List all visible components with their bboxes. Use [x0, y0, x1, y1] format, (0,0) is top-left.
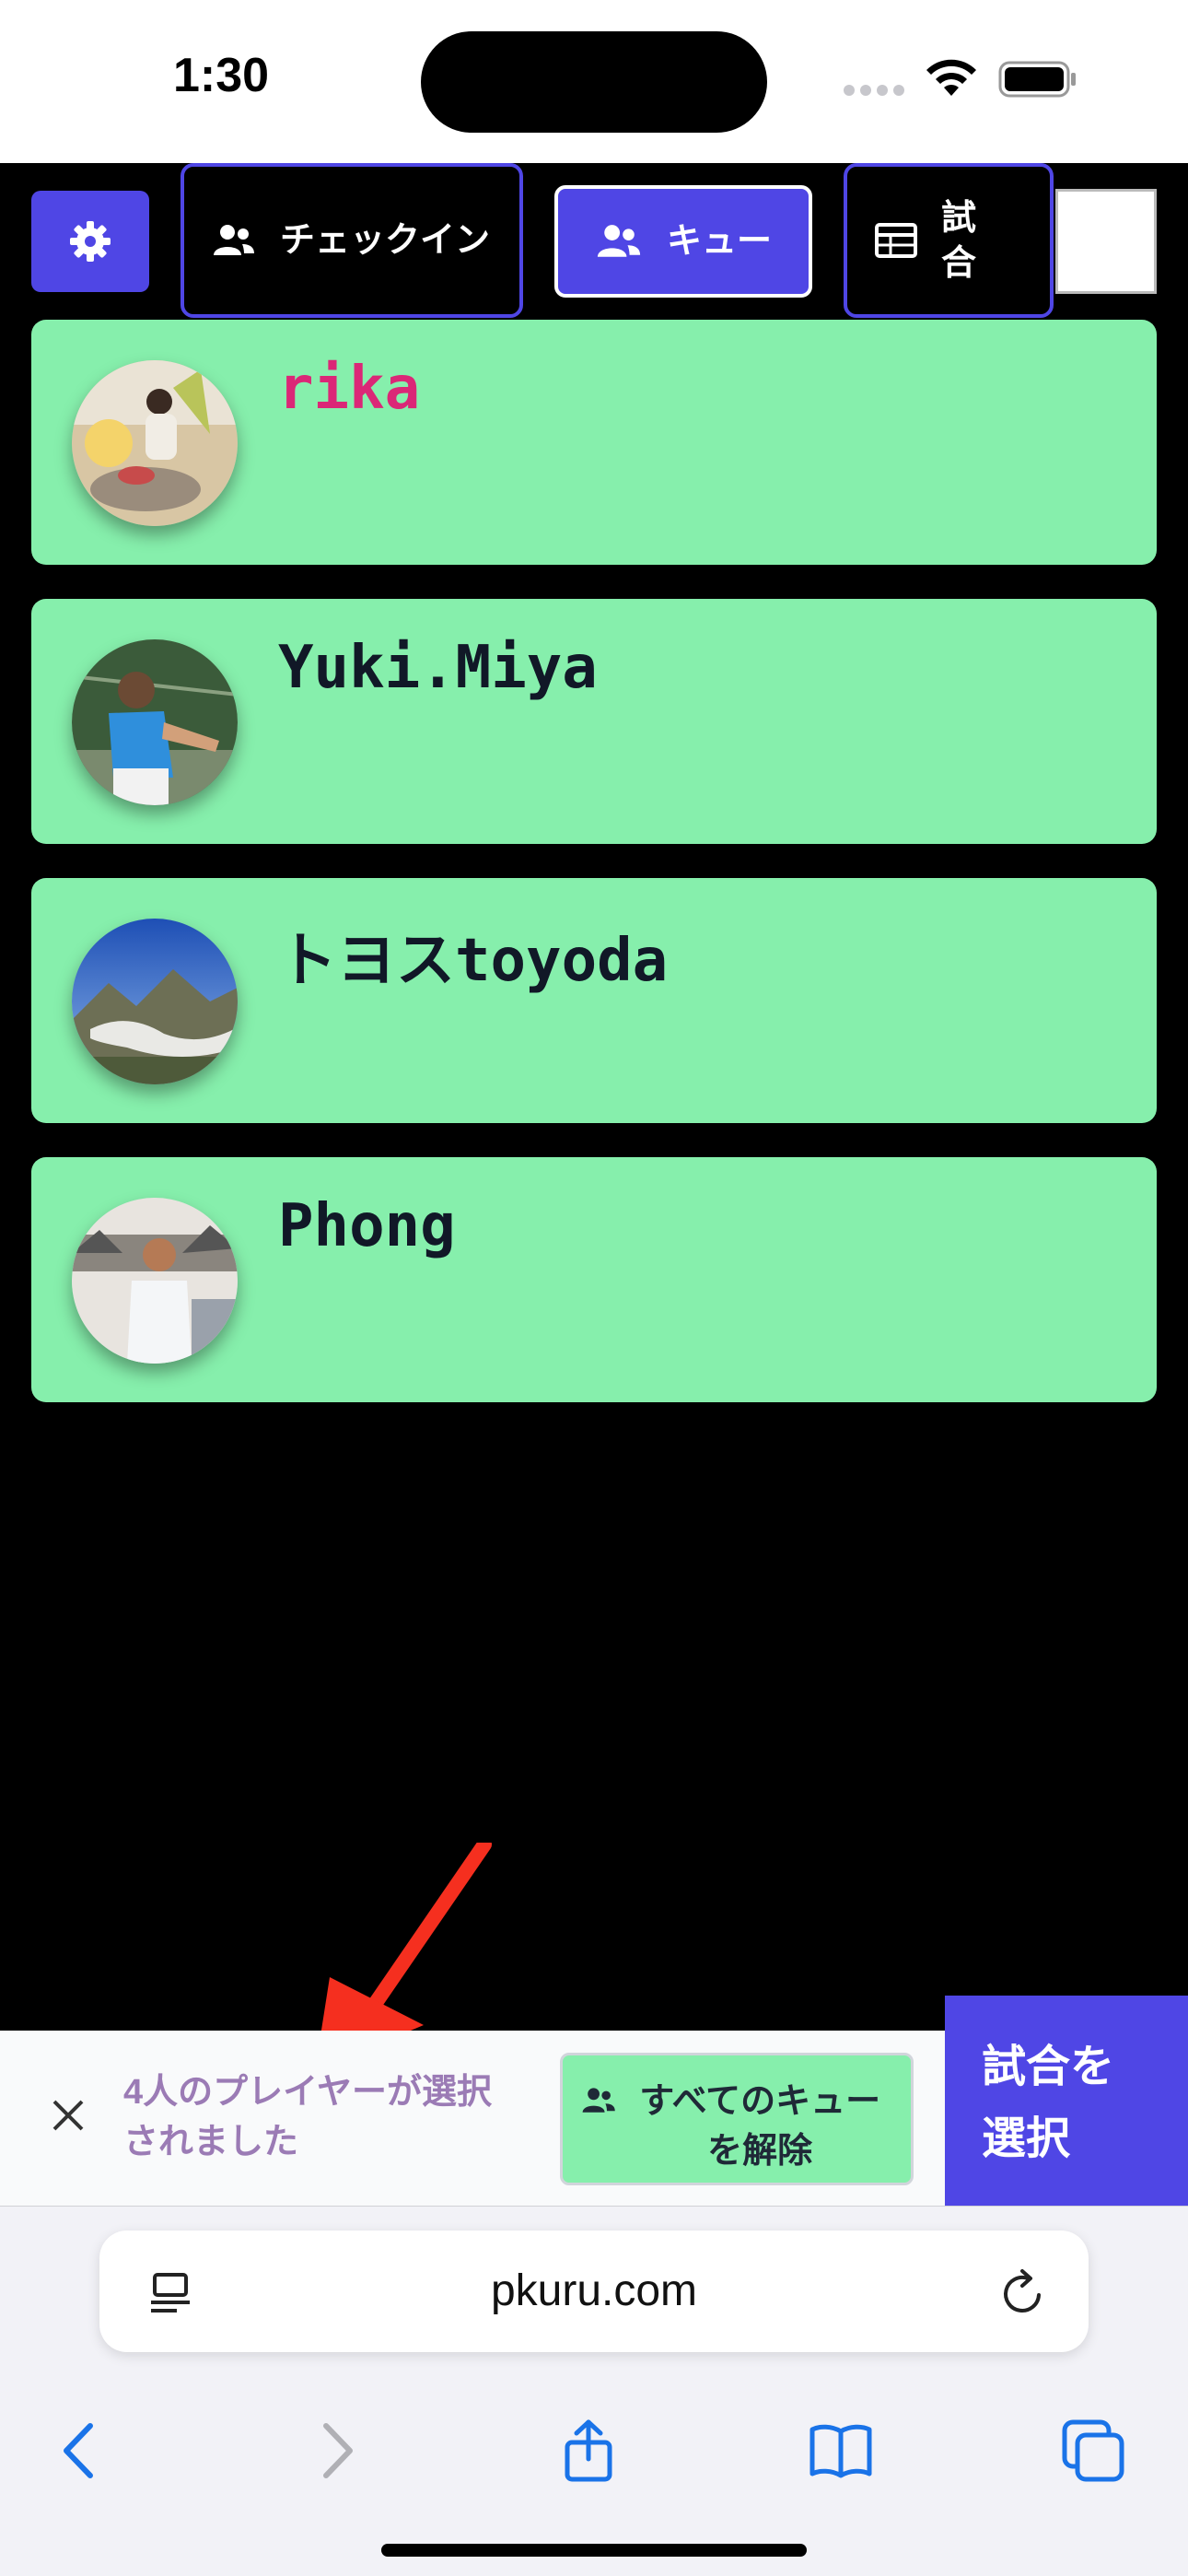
browser-toolbar	[0, 2391, 1188, 2501]
share-icon[interactable]	[556, 2418, 621, 2483]
player-card[interactable]: トヨスtoyoda	[31, 878, 1157, 1123]
player-queue-list: rika Yuki.Miya トヨスtoyoda Phong	[31, 320, 1157, 1436]
clear-all-queue-label: すべてのキューを解除	[639, 2080, 881, 2171]
avatar	[72, 360, 238, 526]
tabs-icon[interactable]	[1061, 2418, 1125, 2483]
url-text: pkuru.com	[490, 2266, 698, 2315]
browser-chrome: pkuru.com	[0, 2206, 1188, 2576]
tab-match[interactable]: 試合	[844, 163, 1054, 318]
player-name: トヨスtoyoda	[278, 927, 669, 995]
status-bar: 1:30	[0, 0, 1188, 163]
nav-extra-box[interactable]	[1055, 189, 1157, 294]
table-icon	[875, 223, 917, 258]
select-match-button[interactable]: 試合を選択	[945, 1996, 1188, 2206]
player-name: Phong	[278, 1192, 456, 1260]
gear-icon	[70, 221, 111, 262]
battery-icon	[998, 61, 1076, 98]
player-card[interactable]: Phong	[31, 1157, 1157, 1402]
close-icon	[52, 2100, 84, 2131]
users-icon	[582, 2088, 615, 2113]
tab-queue-label: キュー	[666, 220, 772, 262]
tab-match-label: 試合	[941, 196, 977, 283]
dynamic-island	[421, 31, 767, 133]
selection-count-message: 4人のプレイヤーが選択されました	[123, 2073, 492, 2161]
cellular-signal-icon	[844, 85, 904, 96]
avatar	[72, 639, 238, 805]
tab-queue[interactable]: キュー	[554, 185, 812, 298]
player-name: rika	[278, 355, 421, 423]
reload-icon[interactable]	[1000, 2267, 1048, 2317]
close-selection-button[interactable]	[48, 2095, 88, 2136]
avatar	[72, 919, 238, 1084]
address-bar[interactable]: pkuru.com	[99, 2231, 1089, 2352]
avatar	[72, 1198, 238, 1364]
users-icon	[597, 225, 641, 257]
player-name: Yuki.Miya	[278, 634, 598, 702]
home-indicator[interactable]	[381, 2544, 807, 2557]
users-icon	[214, 225, 254, 255]
bookmarks-icon[interactable]	[809, 2418, 873, 2483]
back-icon[interactable]	[48, 2418, 112, 2483]
top-nav: チェックイン キュー 試合	[0, 163, 1188, 320]
player-card[interactable]: rika	[31, 320, 1157, 565]
status-time: 1:30	[173, 49, 270, 102]
settings-button[interactable]	[31, 191, 149, 292]
clear-all-queue-button[interactable]: すべてのキューを解除	[560, 2053, 914, 2185]
player-card[interactable]: Yuki.Miya	[31, 599, 1157, 844]
wifi-icon	[926, 59, 976, 96]
selection-bar: 4人のプレイヤーが選択されました すべてのキューを解除	[0, 2031, 945, 2206]
tab-checkin-label: チェックイン	[280, 219, 491, 261]
tab-checkin[interactable]: チェックイン	[181, 163, 523, 318]
forward-icon[interactable]	[304, 2418, 368, 2483]
